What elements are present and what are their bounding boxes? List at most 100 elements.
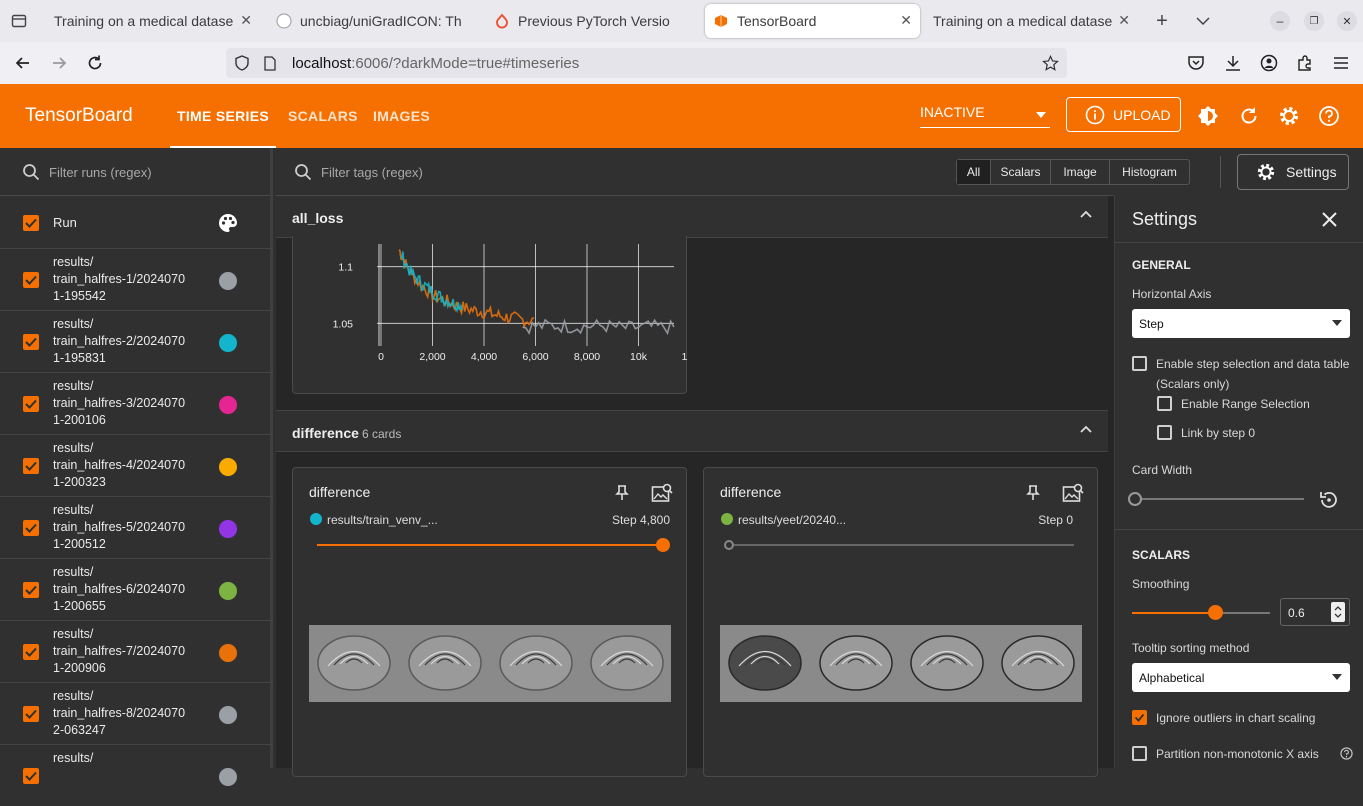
smoothing-slider[interactable] [1132, 605, 1270, 620]
run-row[interactable]: results/train_halfres-5/2024070 1-200512 [0, 496, 273, 558]
ignore-outliers-checkbox[interactable] [1132, 710, 1147, 725]
run-checkbox[interactable] [23, 706, 39, 722]
pin-icon[interactable] [615, 485, 629, 501]
reset-icon[interactable] [1318, 489, 1340, 511]
run-color-swatch[interactable] [218, 271, 238, 291]
tab-images[interactable]: IMAGES [373, 84, 430, 148]
maximize-window-icon[interactable]: ❐ [1304, 11, 1324, 31]
image-search-icon[interactable] [1062, 483, 1084, 503]
image-search-icon[interactable] [651, 483, 673, 503]
step-slider[interactable] [317, 538, 670, 552]
partition-checkbox[interactable] [1132, 746, 1147, 761]
chevron-up-icon[interactable] [1080, 210, 1092, 218]
browser-tab-tensorboard[interactable]: TensorBoard ✕ [705, 4, 920, 38]
slider-thumb[interactable] [724, 540, 734, 550]
downloads-icon[interactable] [1222, 52, 1244, 74]
group-header-all-loss[interactable]: all_loss [276, 196, 1114, 238]
upload-button[interactable]: UPLOAD [1066, 97, 1181, 132]
loss-chart[interactable]: 0 2,000 4,000 6,000 8,000 10k 12k 1.1 1.05 [293, 236, 688, 376]
run-row[interactable]: results/ [0, 744, 273, 806]
account-icon[interactable] [1258, 52, 1280, 74]
run-row[interactable]: results/train_halfres-3/2024070 1-200106 [0, 372, 273, 434]
tab-scalars[interactable]: SCALARS [288, 84, 358, 148]
filter-scalars-button[interactable]: Scalars [991, 160, 1051, 184]
address-bar[interactable]: localhost:6006/?darkMode=true#timeseries [226, 48, 1067, 78]
menu-hamburger-icon[interactable] [1330, 52, 1352, 74]
back-icon[interactable] [12, 52, 34, 74]
settings-button[interactable]: Settings [1237, 154, 1349, 190]
browser-tab-3[interactable]: Previous PyTorch Versio [494, 4, 698, 38]
run-row[interactable]: results/train_halfres-8/2024070 2-063247 [0, 682, 273, 744]
reload-icon[interactable] [84, 52, 106, 74]
help-icon[interactable] [1317, 104, 1341, 128]
run-checkbox[interactable] [23, 396, 39, 412]
run-color-swatch[interactable] [218, 581, 238, 601]
run-checkbox[interactable] [23, 582, 39, 598]
run-checkbox[interactable] [23, 458, 39, 474]
bookmark-star-icon[interactable] [1041, 54, 1059, 72]
gear-icon[interactable] [1277, 104, 1301, 128]
run-checkbox[interactable] [23, 334, 39, 350]
forward-icon[interactable] [48, 52, 70, 74]
range-selection-checkbox[interactable] [1157, 396, 1172, 411]
run-row[interactable]: results/train_halfres-2/2024070 1-195831 [0, 310, 273, 372]
step-selection-checkbox[interactable] [1132, 356, 1147, 371]
run-checkbox[interactable] [23, 272, 39, 288]
step-slider[interactable] [724, 540, 1074, 550]
close-window-icon[interactable]: ✕ [1337, 11, 1357, 31]
browser-tab-2[interactable]: uncbiag/uniGradICON: Th [270, 4, 484, 38]
run-checkbox[interactable] [23, 768, 39, 784]
run-row[interactable]: results/train_halfres-4/2024070 1-200323 [0, 434, 273, 496]
run-color-swatch[interactable] [218, 333, 238, 353]
difference-image[interactable] [720, 625, 1082, 702]
tooltip-sort-select[interactable]: Alphabetical [1132, 663, 1350, 692]
close-tab-icon[interactable]: ✕ [900, 12, 912, 29]
smoothing-input[interactable]: 0.6 [1280, 598, 1350, 626]
run-color-swatch[interactable] [218, 519, 238, 539]
close-icon[interactable] [1322, 212, 1337, 227]
run-row[interactable]: results/train_halfres-6/2024070 1-200655 [0, 558, 273, 620]
tab-time-series[interactable]: TIME SERIES [170, 84, 276, 148]
stepper-arrows[interactable] [1331, 602, 1345, 622]
chevron-up-icon[interactable] [1080, 425, 1092, 433]
card-width-slider[interactable] [1128, 492, 1304, 506]
run-color-swatch[interactable] [218, 457, 238, 477]
page-info-icon[interactable] [262, 55, 278, 71]
slider-thumb[interactable] [656, 538, 670, 552]
run-color-swatch[interactable] [218, 643, 238, 663]
filter-runs-input[interactable]: Filter runs (regex) [49, 165, 152, 180]
close-tab-icon[interactable]: ✕ [1118, 12, 1130, 29]
slider-thumb[interactable] [1128, 492, 1142, 506]
filter-all-button[interactable]: All [957, 160, 991, 184]
pocket-icon[interactable] [1185, 52, 1207, 74]
dark-mode-toggle-icon[interactable] [1196, 104, 1220, 128]
filter-tags-input[interactable]: Filter tags (regex) [321, 165, 423, 180]
run-checkbox[interactable] [23, 644, 39, 660]
run-row[interactable]: results/train_halfres-1/2024070 1-195542 [0, 248, 273, 310]
run-color-swatch[interactable] [218, 395, 238, 415]
palette-icon[interactable] [218, 213, 238, 233]
select-all-runs-checkbox[interactable] [23, 215, 39, 231]
inactive-plugins-select[interactable]: INACTIVE [920, 104, 1050, 128]
run-row[interactable]: results/train_halfres-7/2024070 1-200906 [0, 620, 273, 682]
link-by-step-checkbox[interactable] [1157, 425, 1172, 440]
extensions-icon[interactable] [1294, 52, 1316, 74]
horizontal-axis-select[interactable]: Step [1132, 309, 1350, 338]
shield-icon[interactable] [234, 55, 250, 71]
group-header-difference[interactable]: difference 6 cards [276, 410, 1114, 452]
filter-runs-field[interactable]: Filter runs (regex) [0, 148, 270, 196]
run-color-swatch[interactable] [218, 705, 238, 725]
filter-image-button[interactable]: Image [1051, 160, 1110, 184]
browser-tab-5[interactable]: Training on a medical datase ✕ [926, 4, 1138, 38]
close-tab-icon[interactable]: ✕ [240, 12, 252, 29]
run-checkbox[interactable] [23, 520, 39, 536]
tab-overview-icon[interactable] [10, 12, 28, 30]
filter-histogram-button[interactable]: Histogram [1110, 160, 1189, 184]
refresh-icon[interactable] [1237, 104, 1261, 128]
run-color-swatch[interactable] [218, 767, 238, 787]
pin-icon[interactable] [1026, 485, 1040, 501]
browser-tab-1[interactable]: Training on a medical datase ✕ [40, 4, 260, 38]
difference-image[interactable] [309, 625, 671, 702]
brand-title[interactable]: TensorBoard [25, 105, 133, 127]
tab-list-chevron-icon[interactable] [1193, 11, 1213, 31]
